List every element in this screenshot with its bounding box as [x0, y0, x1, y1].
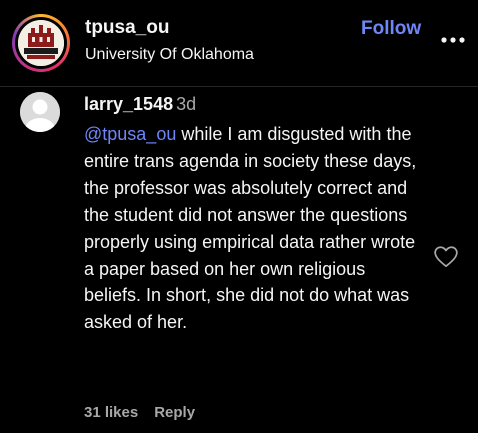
default-user-avatar-icon[interactable]	[20, 92, 60, 132]
comment-timestamp[interactable]: 3d	[176, 94, 196, 114]
heart-outline-icon[interactable]	[433, 244, 459, 270]
comment-text: @tpusa_ou while I am disgusted with the …	[84, 121, 424, 336]
comment-footer: 31 likes Reply	[84, 404, 195, 421]
more-options-icon[interactable]	[440, 27, 466, 53]
post-header: tpusa_ou University Of Oklahoma Follow	[0, 0, 478, 86]
likes-count[interactable]: 31 likes	[84, 404, 138, 421]
reply-button[interactable]: Reply	[154, 404, 195, 421]
post-username[interactable]: tpusa_ou	[85, 17, 169, 39]
profile-avatar[interactable]	[12, 14, 70, 72]
follow-button[interactable]: Follow	[361, 18, 421, 40]
comment-mention[interactable]: @tpusa_ou	[84, 124, 176, 144]
comment-header: larry_1548 3d	[84, 94, 196, 115]
tpusa-ou-logo-icon	[18, 20, 64, 66]
comment-body: while I am disgusted with the entire tra…	[84, 124, 417, 333]
comment-username[interactable]: larry_1548	[84, 94, 173, 114]
header-divider	[0, 86, 478, 87]
post-location[interactable]: University Of Oklahoma	[85, 46, 254, 64]
